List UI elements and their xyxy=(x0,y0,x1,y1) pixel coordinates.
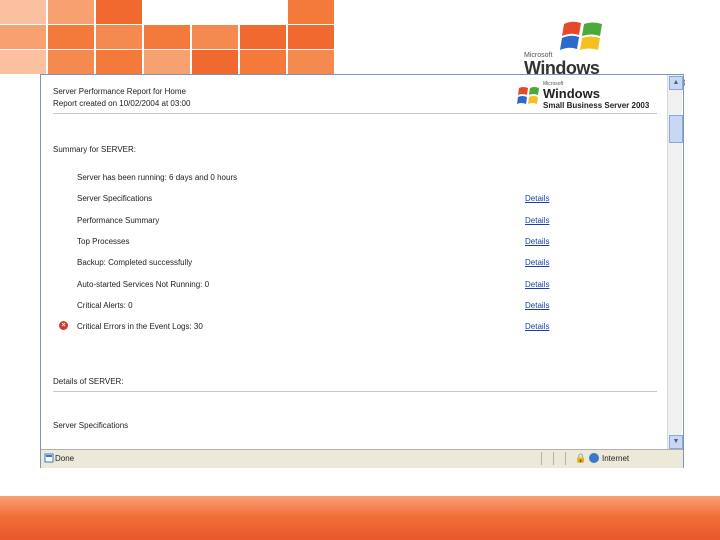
summary-row-label: Server has been running: 6 days and 0 ho… xyxy=(77,173,238,182)
details-heading: Details of SERVER: xyxy=(53,377,124,386)
sbs-logo: Microsoft Windows Small Business Server … xyxy=(517,81,667,111)
summary-row-label: Critical Errors in the Event Logs: 30 xyxy=(77,322,203,331)
page-done-icon xyxy=(44,453,54,463)
scroll-down-arrow-icon[interactable]: ▼ xyxy=(669,435,683,449)
server-specifications-heading: Server Specifications xyxy=(53,421,129,430)
details-link-services[interactable]: Details xyxy=(525,280,549,289)
report-content: Server Performance Report for Home Repor… xyxy=(41,75,667,449)
summary-row-label: Auto-started Services Not Running: 0 xyxy=(77,280,210,289)
details-divider xyxy=(53,391,657,392)
details-link-server-specifications[interactable]: Details xyxy=(525,194,549,203)
summary-row-label: Critical Alerts: 0 xyxy=(77,301,133,310)
details-link-critical-errors[interactable]: Details xyxy=(525,322,549,331)
vertical-scrollbar[interactable]: ▲ ▼ xyxy=(667,75,683,449)
sbs-windows-wordmark: Windows xyxy=(543,86,600,101)
decorative-bottom-band xyxy=(0,496,720,540)
summary-row-label: Top Processes xyxy=(77,237,130,246)
summary-row-label: Performance Summary xyxy=(77,216,160,225)
details-link-critical-alerts[interactable]: Details xyxy=(525,301,549,310)
summary-row-label: Backup: Completed successfully xyxy=(77,258,193,267)
status-bar: Done 🔒 Internet xyxy=(41,449,683,468)
security-zone-label: Internet xyxy=(602,454,630,463)
scroll-up-arrow-icon[interactable]: ▲ xyxy=(669,76,683,90)
windows-logo: Microsoft Windows xyxy=(522,18,662,78)
status-separator xyxy=(541,452,542,465)
details-link-backup[interactable]: Details xyxy=(525,258,549,267)
lock-icon: 🔒 xyxy=(575,453,587,463)
header-divider xyxy=(53,113,657,114)
summary-heading: Summary for SERVER: xyxy=(53,145,136,154)
windows-flag-icon xyxy=(560,21,602,50)
browser-window: Server Performance Report for Home Repor… xyxy=(40,74,684,468)
report-created-date: Report created on 10/02/2004 at 03:00 xyxy=(53,99,191,108)
status-text: Done xyxy=(55,454,75,463)
scrollbar-thumb[interactable] xyxy=(669,115,683,143)
status-separator xyxy=(565,452,566,465)
windows-flag-icon xyxy=(517,87,539,104)
internet-zone-icon xyxy=(589,453,599,463)
details-link-top-processes[interactable]: Details xyxy=(525,237,549,246)
sbs-product-name: Small Business Server 2003 xyxy=(543,101,650,110)
details-link-performance-summary[interactable]: Details xyxy=(525,216,549,225)
error-icon: × xyxy=(59,321,68,330)
status-separator xyxy=(553,452,554,465)
summary-row-label: Server Specifications xyxy=(77,194,153,203)
report-title: Server Performance Report for Home xyxy=(53,87,186,96)
